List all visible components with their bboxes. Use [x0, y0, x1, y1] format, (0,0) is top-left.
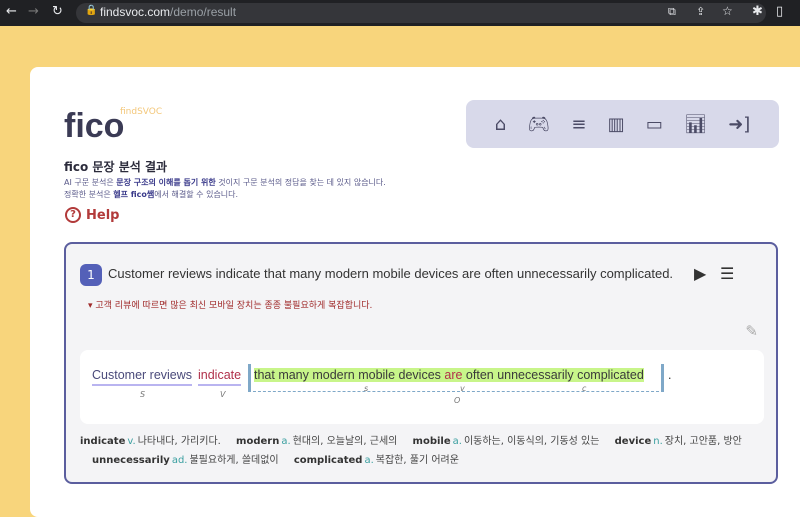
sign-in-icon[interactable]: ➜]	[728, 114, 750, 135]
logo[interactable]: fico	[64, 107, 124, 146]
forward-icon[interactable]: →	[28, 4, 39, 19]
verb-chunk[interactable]: indicate	[198, 368, 242, 386]
sidebar-icon[interactable]: ▯	[776, 4, 783, 19]
sentence-card: 1 Customer reviews indicate that many mo…	[64, 242, 778, 484]
lock-icon: 🔒	[85, 5, 98, 16]
burger-icon[interactable]: ≡	[571, 114, 586, 135]
vocabulary-list: indicate v. 나타내다, 가리키다. modern a. 현대의, 오늘날의,…	[80, 436, 742, 466]
browser-toolbar: ← → ↻ 🔒 findsvoc.com/demo/result ⧉ ⇪ ☆ ✱…	[0, 0, 800, 26]
translate-icon[interactable]: ⧉	[668, 5, 676, 19]
question-icon: ?	[65, 207, 81, 223]
analysis-box: Customer reviews S indicate V that many …	[80, 350, 764, 424]
extensions-icon[interactable]: ✱	[752, 4, 763, 19]
role-inner-c: c	[582, 384, 587, 393]
nav-bar: ⌂ 🎮︎ ≡ ▥ ▭ 📊︎ ➜]	[466, 100, 779, 148]
object-clause[interactable]: that many modern mobile devices are ofte…	[254, 368, 644, 382]
role-s: S	[140, 390, 146, 399]
url-domain: findsvoc.com	[100, 5, 171, 19]
play-icon[interactable]: ▶︎	[694, 264, 706, 283]
subject-chunk[interactable]: Customer reviews	[92, 368, 193, 386]
period: .	[668, 368, 672, 382]
page-description: AI 구문 분석은 문장 구조의 이해를 돕기 위한 것이지 구문 분석의 정답…	[64, 178, 386, 199]
edit-icon[interactable]: ✎	[745, 322, 758, 340]
logo-subtitle: findSVOC	[120, 107, 163, 117]
gamepad-icon[interactable]: 🎮︎	[527, 114, 550, 135]
sentence-number: 1	[80, 264, 102, 286]
ticket-icon[interactable]: ▭	[646, 114, 663, 135]
settings-sliders-icon[interactable]: ☰	[720, 264, 734, 283]
page-title: fico 문장 분석 결과	[64, 160, 168, 174]
home-icon[interactable]: ⌂	[495, 114, 506, 135]
help-button[interactable]: ? Help	[65, 207, 119, 223]
help-link[interactable]: 헬프 fico쌤	[113, 190, 154, 199]
books-icon[interactable]: ▥	[608, 114, 625, 135]
role-inner-v: v	[460, 384, 465, 393]
sentence-text: Customer reviews indicate that many mode…	[108, 266, 674, 281]
role-inner-s: s	[364, 384, 369, 393]
role-v: V	[220, 390, 226, 399]
address-bar[interactable]: 🔒 findsvoc.com/demo/result ⧉ ⇪ ☆	[76, 3, 766, 23]
role-o: O	[454, 396, 461, 405]
url-path: /demo/result	[170, 5, 237, 19]
translation[interactable]: ▾ 고객 리뷰에 따르면 많은 최신 모바일 장치는 종종 불필요하게 복잡합니…	[88, 298, 372, 311]
main-card: fico findSVOC ⌂ 🎮︎ ≡ ▥ ▭ 📊︎ ➜] fico 문장 분…	[30, 67, 800, 517]
share-icon[interactable]: ⇪	[696, 5, 705, 18]
back-icon[interactable]: ←	[6, 4, 17, 19]
chart-icon[interactable]: 📊︎	[684, 114, 707, 135]
star-icon[interactable]: ☆	[722, 4, 733, 18]
reload-icon[interactable]: ↻	[52, 4, 63, 19]
